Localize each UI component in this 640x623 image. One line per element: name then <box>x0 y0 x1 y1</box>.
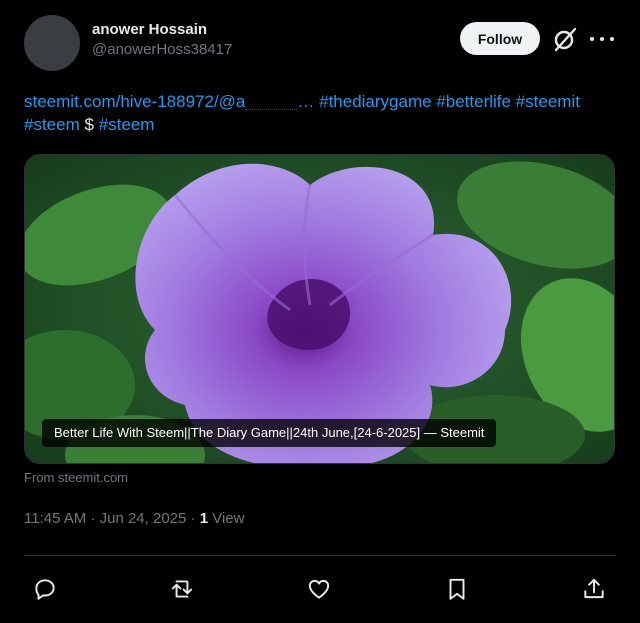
author-name[interactable]: anower Hossain <box>92 21 207 38</box>
purple-flower-photo <box>25 155 614 463</box>
retweet-icon[interactable] <box>167 574 197 604</box>
hashtag[interactable]: #steemit <box>516 92 580 111</box>
meta-separator: · <box>90 510 96 527</box>
view-label: View <box>212 510 245 527</box>
tweet-meta: 11:45 AM · Jun 24, 2025 · 1 View <box>24 510 244 527</box>
author-handle[interactable]: @anowerHoss38417 <box>92 41 232 58</box>
more-icon[interactable] <box>590 30 614 48</box>
tweet-text: steemit.com/hive-188972/@a … #thediarygam… <box>24 90 624 136</box>
hashtag[interactable]: #betterlife <box>436 92 511 111</box>
cashtag[interactable]: $ <box>84 115 93 134</box>
hashtag[interactable]: #steem <box>24 115 80 134</box>
hashtag[interactable]: #steem <box>99 115 155 134</box>
hashtag[interactable]: #thediarygame <box>319 92 431 111</box>
card-caption: Better Life With Steem||The Diary Game||… <box>42 419 497 447</box>
card-source[interactable]: From steemit.com <box>24 470 128 485</box>
grok-icon[interactable] <box>552 26 578 52</box>
tweet-link[interactable]: steemit.com/hive-188972/@a <box>24 92 245 111</box>
view-count: 1 <box>199 510 209 527</box>
link-ellipsis: … <box>297 92 315 111</box>
tweet-date[interactable]: Jun 24, 2025 <box>100 510 187 527</box>
like-icon[interactable] <box>304 574 334 604</box>
follow-button[interactable]: Follow <box>460 22 540 55</box>
share-icon[interactable] <box>579 574 609 604</box>
avatar[interactable] <box>24 15 80 71</box>
reply-icon[interactable] <box>30 574 60 604</box>
meta-separator: · <box>190 510 196 527</box>
divider <box>24 555 616 556</box>
tweet-time[interactable]: 11:45 AM <box>24 510 86 527</box>
link-card[interactable]: Better Life With Steem||The Diary Game||… <box>24 154 615 464</box>
bookmark-icon[interactable] <box>442 574 472 604</box>
redacted-text <box>245 96 298 110</box>
